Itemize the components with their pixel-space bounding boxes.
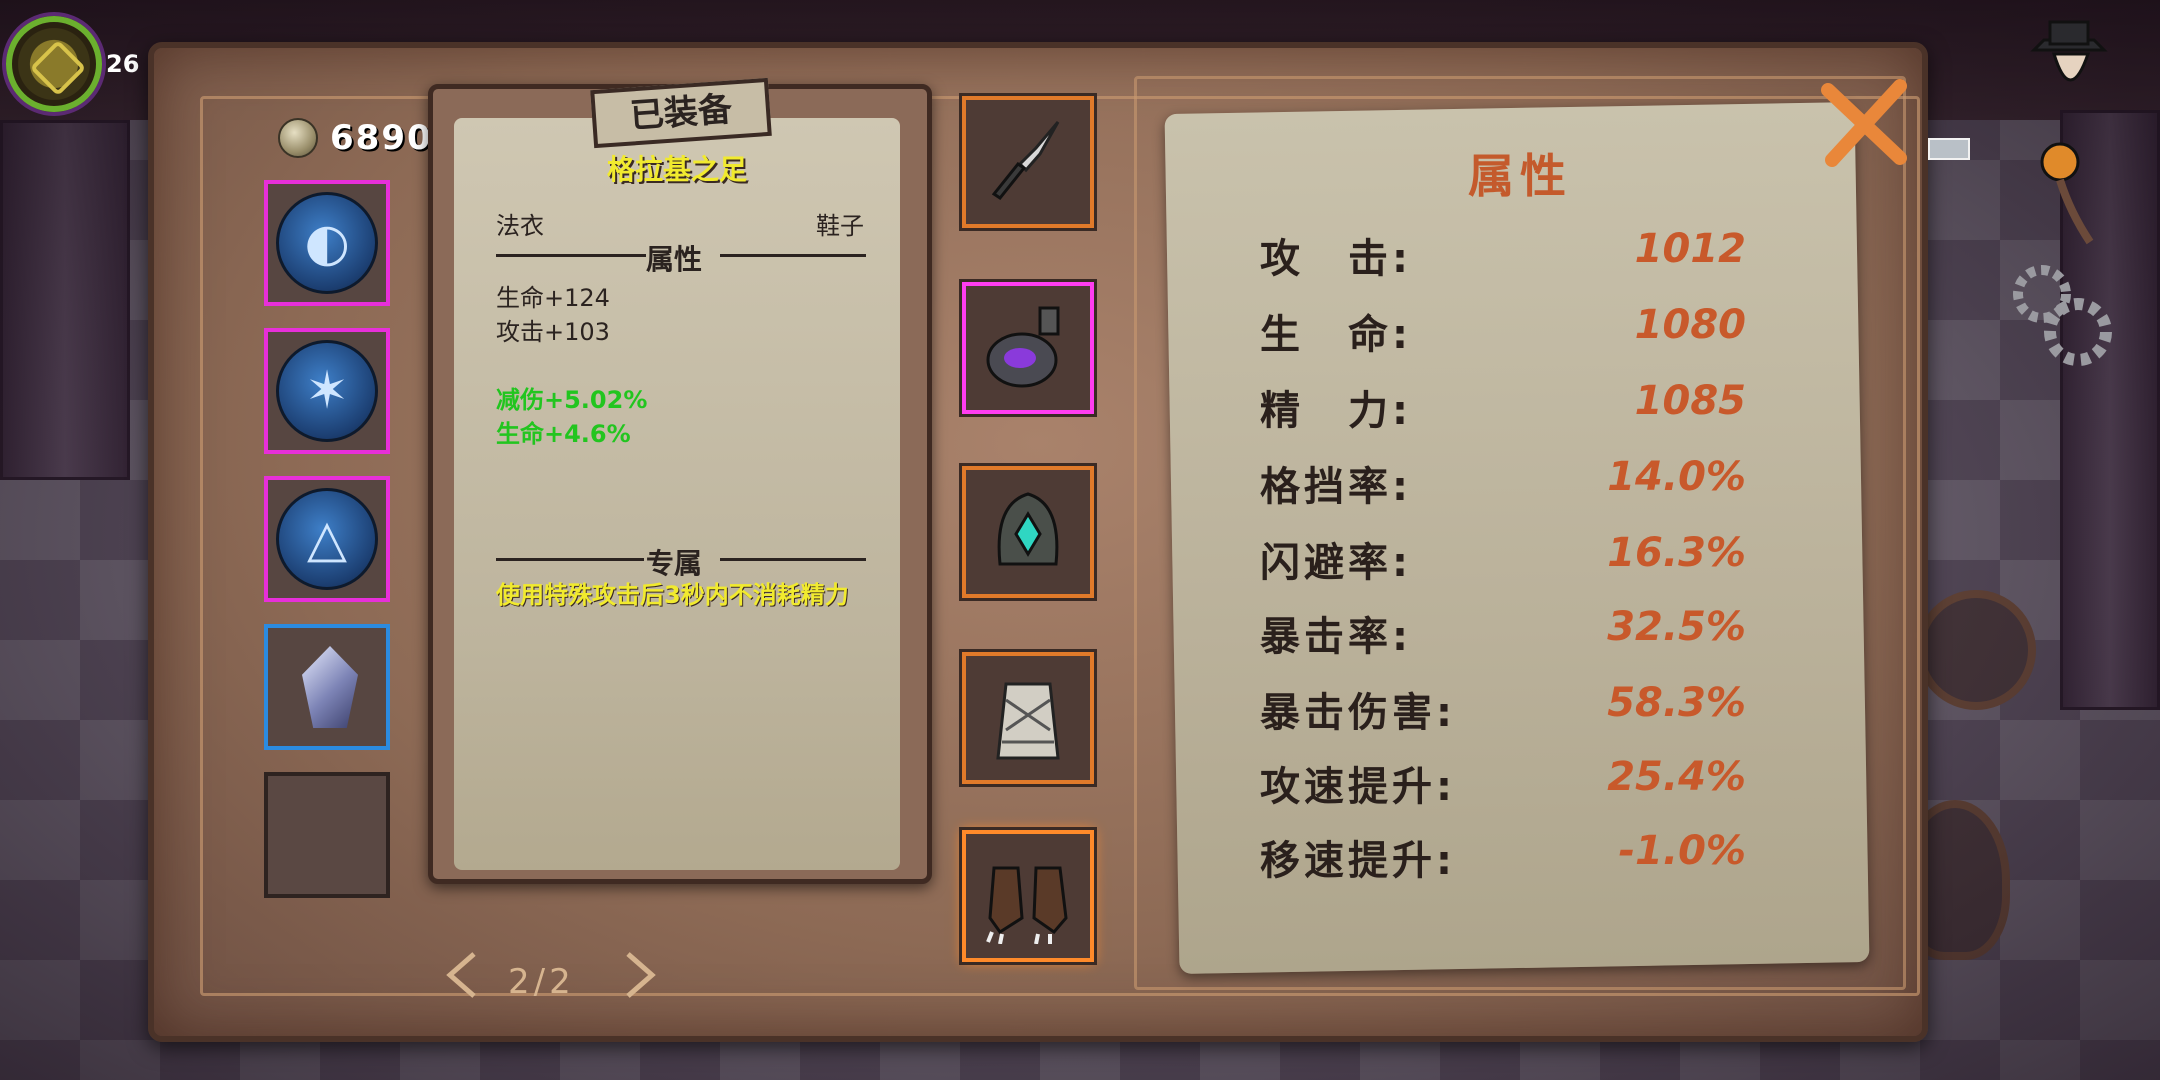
claw-boots-icon bbox=[986, 866, 1068, 944]
chevron-right-icon bbox=[626, 952, 656, 998]
pocket-watch-icon[interactable] bbox=[2020, 132, 2100, 252]
coin-amount: 6890 bbox=[330, 118, 433, 158]
exclusive-effect-text: 使用特殊攻击后3秒内不消耗精力 bbox=[496, 581, 849, 609]
attribute-value: 1085 bbox=[1634, 378, 1746, 424]
attribute-label: 攻 击: bbox=[1260, 236, 1412, 282]
exclusive-section-title: 专属 bbox=[646, 547, 703, 580]
inventory-slot[interactable]: △ bbox=[264, 476, 390, 602]
gear-slot-body[interactable] bbox=[962, 652, 1094, 784]
player-emblem-icon[interactable] bbox=[6, 16, 102, 112]
coin-icon bbox=[278, 118, 318, 158]
attributes-title: 属性 bbox=[1468, 149, 1572, 203]
divider bbox=[496, 254, 646, 257]
attribute-row: 精 力: 1085 bbox=[1260, 378, 1760, 438]
attribute-label: 攻速提升: bbox=[1260, 764, 1456, 810]
hood-helmet-icon bbox=[997, 492, 1059, 566]
attribute-label: 移速提升: bbox=[1260, 838, 1456, 884]
attribute-label: 闪避率: bbox=[1260, 540, 1412, 586]
settings-gear-icon[interactable] bbox=[2006, 262, 2116, 372]
half-circle-rune-icon: ◐ bbox=[276, 192, 378, 294]
inventory-slot-empty[interactable] bbox=[264, 772, 390, 898]
attribute-value: 1012 bbox=[1634, 226, 1746, 272]
bandage-armor-icon bbox=[996, 682, 1060, 760]
bonus-stat: 减伤+5.02% bbox=[496, 386, 648, 414]
close-icon bbox=[1821, 79, 1907, 167]
inventory-slot[interactable]: ✶ bbox=[264, 328, 390, 454]
attribute-label: 暴击伤害: bbox=[1260, 690, 1456, 736]
base-stat: 生命+124 bbox=[496, 284, 610, 312]
battery-icon bbox=[1928, 138, 1970, 160]
attribute-value: 32.5% bbox=[1607, 604, 1746, 650]
attribute-value: 1080 bbox=[1634, 302, 1746, 348]
attribute-label: 暴击率: bbox=[1260, 614, 1412, 660]
inventory-slot[interactable]: ◐ bbox=[264, 180, 390, 306]
crystal-shard-icon bbox=[302, 646, 358, 728]
next-page-button[interactable] bbox=[622, 950, 658, 1000]
attribute-value: 14.0% bbox=[1607, 454, 1746, 500]
bonus-stat: 生命+4.6% bbox=[496, 420, 631, 448]
divider bbox=[720, 254, 866, 257]
potion-flask-icon bbox=[986, 306, 1060, 388]
attribute-row: 攻速提升: 25.4% bbox=[1260, 754, 1760, 814]
gear-slot-accessory[interactable] bbox=[962, 282, 1094, 414]
inventory-slot[interactable] bbox=[264, 624, 390, 750]
equipped-tag: 已装备 bbox=[590, 77, 772, 149]
attribute-row: 移速提升: -1.0% bbox=[1260, 828, 1760, 888]
attribute-row: 闪避率: 16.3% bbox=[1260, 530, 1760, 590]
attribute-row: 生 命: 1080 bbox=[1260, 302, 1760, 362]
attribute-row: 暴击伤害: 58.3% bbox=[1260, 680, 1760, 740]
triangle-rune-icon: △ bbox=[276, 488, 378, 590]
item-slot-type: 鞋子 bbox=[816, 212, 864, 240]
item-type-row: 法衣 鞋子 bbox=[496, 206, 864, 241]
base-stat: 攻击+103 bbox=[496, 318, 610, 346]
player-level: 26 bbox=[106, 50, 140, 78]
attribute-label: 格挡率: bbox=[1260, 464, 1412, 510]
gear-slot-head[interactable] bbox=[962, 466, 1094, 598]
page-indicator: 2/2 bbox=[508, 962, 575, 1002]
divider bbox=[720, 558, 866, 561]
close-button[interactable] bbox=[1814, 72, 1914, 172]
gear-slot-weapon[interactable] bbox=[962, 96, 1094, 228]
burst-rune-icon: ✶ bbox=[276, 340, 378, 442]
attribute-label: 生 命: bbox=[1260, 312, 1412, 358]
attribute-row: 攻 击: 1012 bbox=[1260, 226, 1760, 286]
gear-slot-feet[interactable] bbox=[962, 830, 1094, 962]
item-name: 格拉基之足 bbox=[606, 153, 747, 186]
prev-page-button[interactable] bbox=[444, 950, 480, 1000]
attribute-value: 16.3% bbox=[1607, 530, 1746, 576]
attribute-value: 58.3% bbox=[1607, 680, 1746, 726]
attribute-label: 精 力: bbox=[1260, 388, 1412, 434]
attribute-value: 25.4% bbox=[1607, 754, 1746, 800]
attribute-value: -1.0% bbox=[1618, 828, 1746, 874]
attributes-section-title: 属性 bbox=[646, 243, 703, 276]
divider bbox=[496, 558, 644, 561]
dagger-icon bbox=[991, 121, 1060, 201]
attribute-row: 暴击率: 32.5% bbox=[1260, 604, 1760, 664]
attribute-row: 格挡率: 14.0% bbox=[1260, 454, 1760, 514]
chevron-left-icon bbox=[446, 952, 476, 998]
item-category: 法衣 bbox=[496, 212, 544, 240]
detective-character-icon[interactable] bbox=[2014, 10, 2124, 120]
